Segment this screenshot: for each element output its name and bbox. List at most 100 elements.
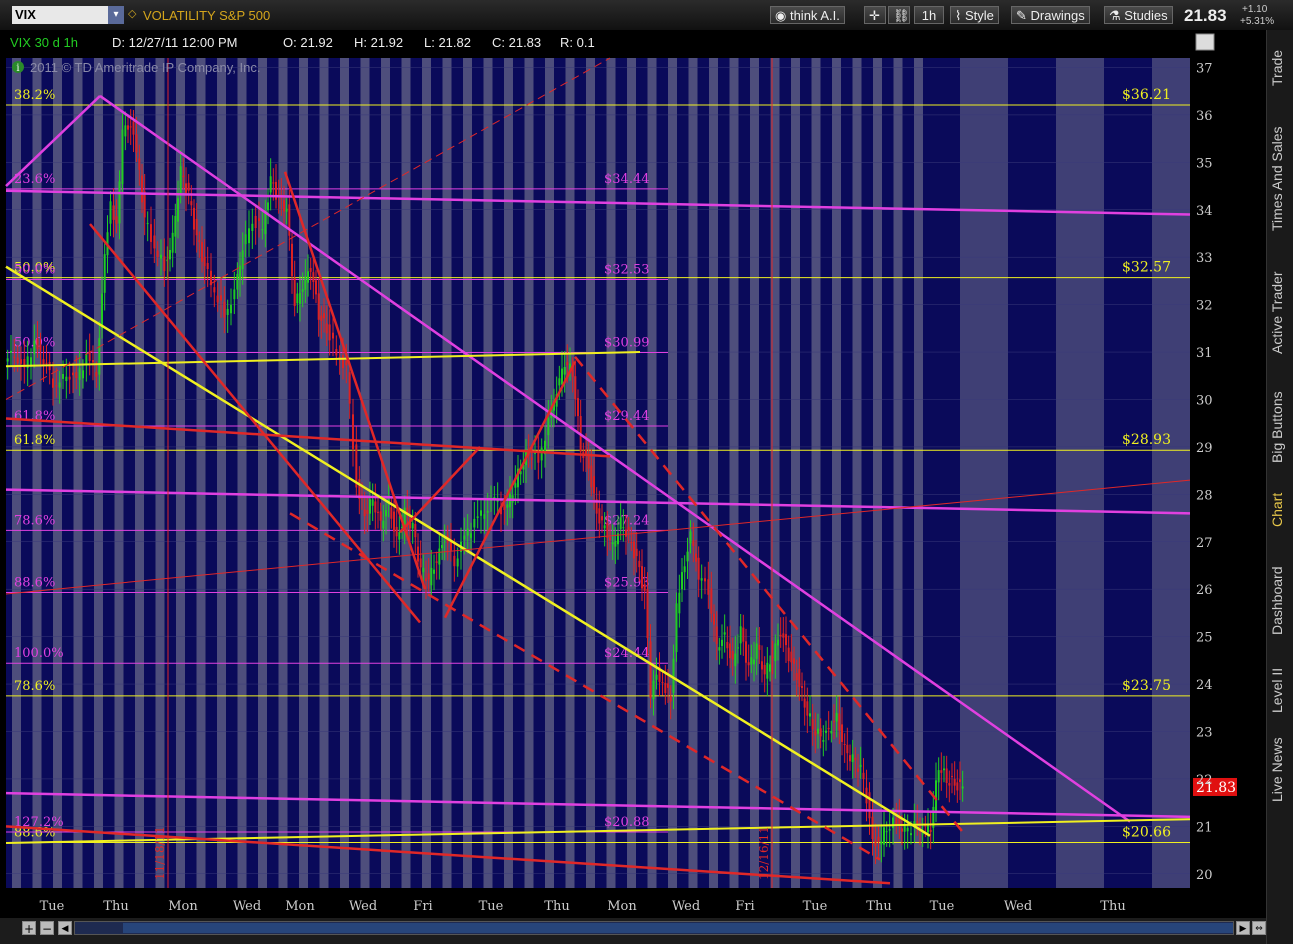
- candle-body: [377, 511, 379, 513]
- candle-body: [36, 338, 39, 350]
- tab-level-ii[interactable]: Level II: [1269, 658, 1292, 723]
- candle-body: [809, 713, 811, 717]
- style-label: Style: [964, 8, 994, 23]
- tab-trade[interactable]: Trade: [1269, 38, 1292, 98]
- y-tick-label: 26: [1196, 583, 1213, 598]
- expand-icon[interactable]: ⇔: [1252, 921, 1266, 935]
- candle-body: [299, 292, 301, 304]
- candle-body: [734, 653, 737, 667]
- link-button[interactable]: ⛓: [888, 6, 910, 24]
- y-tick-label: 37: [1196, 61, 1213, 76]
- candle-body: [435, 561, 438, 563]
- candle-body: [782, 633, 785, 638]
- think-ai-button[interactable]: ◉ think A.I.: [770, 6, 845, 24]
- top-toolbar: VIX ▾ ◇ VOLATILITY S&P 500 ◉ think A.I. …: [0, 0, 1293, 31]
- candle-body: [803, 698, 806, 708]
- candle-body: [438, 548, 441, 565]
- candle-body: [112, 205, 115, 220]
- candle-body: [174, 216, 177, 237]
- candle-body: [921, 833, 924, 835]
- tab-chart[interactable]: Chart: [1269, 485, 1292, 535]
- candle-body: [877, 836, 880, 842]
- candle-body: [233, 289, 236, 300]
- tab-live-news[interactable]: Live News: [1269, 730, 1292, 810]
- candle-body: [885, 831, 888, 833]
- candle-body: [315, 280, 317, 295]
- zoom-in-icon[interactable]: +: [22, 921, 36, 936]
- candle-body: [664, 682, 667, 694]
- candle-body: [785, 634, 787, 646]
- candle-body: [729, 643, 731, 659]
- scroll-right-icon[interactable]: ▶: [1236, 921, 1250, 935]
- candle-body: [65, 376, 68, 381]
- candle-body: [547, 417, 550, 436]
- candle-body: [814, 730, 817, 736]
- price-chart[interactable]: 38.2% $36.2150.0% $32.5761.8% $28.9378.6% $2…: [0, 30, 1266, 918]
- candle-body: [345, 360, 348, 366]
- candle-body: [272, 182, 275, 184]
- candle-body: [486, 510, 489, 513]
- drawings-button[interactable]: ✎ Drawings: [1011, 6, 1090, 24]
- scroll-track[interactable]: [74, 921, 1234, 935]
- candle-body: [185, 183, 187, 194]
- candle-body: [150, 224, 152, 242]
- candle-body: [561, 368, 563, 385]
- style-button[interactable]: ⌇ Style: [950, 6, 999, 24]
- tab-big-buttons[interactable]: Big Buttons: [1269, 380, 1292, 475]
- studies-button[interactable]: ⚗ Studies: [1104, 6, 1173, 24]
- crosshair-button[interactable]: ✛: [864, 6, 886, 24]
- candle-body: [667, 683, 669, 688]
- zoom-out-icon[interactable]: −: [40, 921, 54, 936]
- symbol-input[interactable]: VIX: [12, 6, 108, 24]
- candle-body: [369, 499, 371, 514]
- session-shade: [422, 58, 431, 888]
- session-shade: [360, 58, 370, 888]
- candle-body: [742, 627, 745, 642]
- tab-active-trader[interactable]: Active Trader: [1269, 258, 1292, 368]
- session-shade: [94, 58, 103, 888]
- candle-body: [78, 368, 81, 380]
- y-tick-label: 28: [1196, 488, 1213, 503]
- x-tick-label: Wed: [349, 899, 377, 914]
- candle-body: [441, 545, 443, 549]
- candle-body: [13, 356, 16, 358]
- x-tick-label: Thu: [1100, 899, 1125, 914]
- candle-body: [611, 542, 614, 545]
- candle-body: [937, 770, 940, 783]
- y-tick-label: 32: [1196, 299, 1213, 314]
- candle-body: [916, 820, 919, 824]
- candle-body: [39, 344, 42, 350]
- candle-body: [307, 271, 309, 283]
- candle-body: [880, 841, 883, 845]
- think-ai-label: think A.I.: [789, 8, 840, 23]
- chart-scrollbar[interactable]: + − ◀ ▶ ⇔: [0, 918, 1266, 944]
- candle-body: [718, 647, 721, 651]
- candle-body: [226, 308, 229, 315]
- candle-body: [506, 504, 509, 508]
- candle-body: [82, 370, 84, 379]
- candle-body: [371, 499, 374, 506]
- candle-body: [241, 250, 244, 270]
- session-shade: [299, 58, 308, 888]
- pencil-icon: ✎: [1016, 8, 1031, 23]
- candle-body: [819, 728, 822, 737]
- candle-body: [153, 235, 156, 249]
- x-tick-label: Tue: [803, 899, 828, 914]
- candle-body: [903, 825, 906, 832]
- ohlc-label: R: 0.1: [560, 35, 595, 50]
- candle-body: [470, 533, 472, 538]
- scroll-thumb[interactable]: [123, 923, 1233, 933]
- tab-times-and-sales[interactable]: Times And Sales: [1269, 116, 1292, 241]
- candle-body: [390, 507, 393, 519]
- tab-dashboard[interactable]: Dashboard: [1269, 556, 1292, 646]
- scroll-left-icon[interactable]: ◀: [58, 921, 72, 935]
- timeframe-button[interactable]: 1h: [914, 6, 944, 24]
- y-tick-label: 21: [1196, 820, 1213, 835]
- fib-magenta-price: $27.24: [604, 513, 650, 528]
- symbol-info-icon[interactable]: ◇: [128, 7, 142, 23]
- candle-body: [127, 125, 129, 130]
- candle-body: [395, 526, 398, 537]
- candle-body: [798, 669, 801, 687]
- y-tick-label: 24: [1196, 678, 1213, 693]
- symbol-dropdown-icon[interactable]: ▾: [108, 6, 124, 24]
